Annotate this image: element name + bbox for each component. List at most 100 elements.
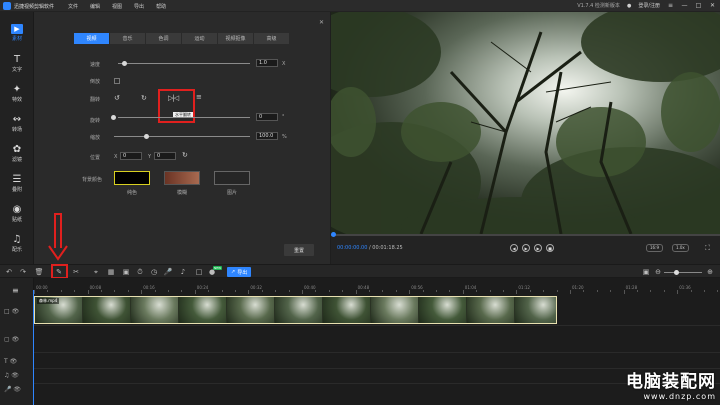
pos-y-input[interactable]: 0: [154, 152, 176, 160]
audio-track-header[interactable]: ♫ 👁: [4, 372, 19, 379]
track-menu-icon[interactable]: ≡: [12, 286, 19, 295]
sticker-icon: ◉: [12, 203, 22, 215]
sidebar-item-media[interactable]: ▶ 素材: [0, 18, 34, 48]
sidebar-item-text[interactable]: T 文字: [0, 48, 34, 78]
playhead[interactable]: [33, 290, 34, 405]
fit-timeline-icon[interactable]: ▣: [642, 268, 650, 276]
bg-solid-option[interactable]: [114, 171, 150, 185]
tab-keying[interactable]: 视频抠像: [218, 33, 254, 44]
tab-tone[interactable]: 色调: [146, 33, 182, 44]
redo-icon[interactable]: ↷: [19, 268, 27, 276]
reverse-checkbox[interactable]: [114, 78, 120, 84]
tab-video[interactable]: 视频: [74, 33, 110, 44]
video-clip[interactable]: 森林.mp4: [34, 296, 557, 324]
login-link[interactable]: 登录/注册: [638, 2, 660, 9]
duration-icon[interactable]: ◷: [150, 268, 158, 276]
split-icon[interactable]: ✂: [72, 268, 80, 276]
edit-toolbar: ↶ ↷ 🗑 ✎ ✂ ⌖ ▦ ▣ ⏱ ◷ 🎤 ♪ □ ● NEW ↗ 导出 ▣ ⊖…: [0, 264, 720, 278]
menu-file[interactable]: 文件: [68, 3, 78, 10]
pip-track-header[interactable]: ▢ 👁: [4, 336, 19, 343]
speed-input[interactable]: 1.0: [256, 59, 278, 67]
zoom-out-icon[interactable]: ⊖: [654, 268, 662, 276]
tab-audio[interactable]: 音乐: [110, 33, 146, 44]
close-icon[interactable]: ✕: [709, 2, 716, 9]
reset-button[interactable]: 重置: [284, 244, 314, 256]
voice-track-header[interactable]: 🎤 👁: [4, 386, 21, 393]
sidebar-item-overlay[interactable]: ☰ 叠附: [0, 168, 34, 198]
scale-slider-knob[interactable]: [144, 134, 149, 139]
video-preview[interactable]: [331, 12, 720, 234]
next-frame-icon[interactable]: ▶: [534, 244, 542, 252]
ruler-tick: [60, 290, 62, 292]
minimize-icon[interactable]: —: [681, 2, 688, 9]
bg-image-option[interactable]: [214, 171, 250, 185]
rotate-slider-knob[interactable]: [111, 115, 116, 120]
music-icon: ♫: [12, 233, 22, 245]
maximize-icon[interactable]: □: [695, 2, 702, 9]
video-track-header[interactable]: □ 👁: [4, 308, 19, 315]
clip-frame: [419, 297, 467, 323]
export-label: 导出: [237, 269, 248, 276]
sidebar-item-effects[interactable]: ✦ 特效: [0, 78, 34, 108]
bg-blur-option[interactable]: [164, 171, 200, 185]
prev-frame-icon[interactable]: ◀: [510, 244, 518, 252]
sidebar-item-music[interactable]: ♫ 配乐: [0, 228, 34, 258]
timeline-zoom-slider[interactable]: [664, 272, 702, 273]
timeline-zoom-knob[interactable]: [674, 270, 679, 275]
text-track-header[interactable]: T 👁: [4, 358, 17, 365]
sidebar-item-filter[interactable]: ✿ 滤镜: [0, 138, 34, 168]
rotate-input[interactable]: 0: [256, 113, 278, 121]
speed-icon[interactable]: ⏱: [136, 268, 144, 276]
tab-advanced[interactable]: 高级: [254, 33, 290, 44]
delete-icon[interactable]: 🗑: [35, 268, 44, 276]
freeze-icon[interactable]: ▣: [122, 268, 130, 276]
menu-edit[interactable]: 编辑: [90, 3, 100, 10]
speed-slider-knob[interactable]: [122, 61, 127, 66]
reset-position-icon[interactable]: ↻: [182, 151, 188, 159]
pos-x-input[interactable]: 0: [120, 152, 142, 160]
rotate-right-icon[interactable]: ↻: [141, 94, 147, 102]
ruler-tick: [235, 290, 236, 292]
play-icon[interactable]: ▶: [522, 244, 530, 252]
player-controls: 00:00:00.00 / 00:01:18.25 ◀ ▶ ▶ ■ 16:9 1…: [331, 234, 720, 264]
menu-help[interactable]: 帮助: [156, 3, 166, 10]
crop-icon[interactable]: ⌖: [92, 268, 100, 276]
property-tabs: 视频 音乐 色调 运动 视频抠像 高级: [74, 33, 290, 44]
zoom-select[interactable]: 1.0x: [672, 244, 689, 252]
voice-icon[interactable]: ♪: [179, 268, 187, 276]
user-icon[interactable]: ●: [627, 3, 631, 9]
rotate-left-icon[interactable]: ↺: [114, 94, 120, 102]
tab-motion[interactable]: 运动: [182, 33, 218, 44]
ruler-tick: [74, 290, 76, 292]
progress-handle[interactable]: [331, 232, 336, 237]
playback-progress[interactable]: [331, 232, 720, 237]
sidebar-item-label: 素材: [11, 36, 22, 42]
speed-slider-track[interactable]: [118, 63, 250, 64]
menu-icon[interactable]: ≡: [667, 2, 674, 9]
sidebar-item-transition[interactable]: ↭ 转场: [0, 108, 34, 138]
ruler-tick: [221, 290, 223, 292]
subtitle-icon[interactable]: □: [195, 268, 203, 276]
rotate-slider-track[interactable]: [118, 117, 250, 118]
flip-vertical-icon[interactable]: ≡: [196, 93, 202, 101]
fullscreen-icon[interactable]: ⛶: [705, 244, 710, 253]
ruler-tick: [476, 290, 478, 292]
sidebar-item-sticker[interactable]: ◉ 贴纸: [0, 198, 34, 228]
stop-icon[interactable]: ■: [546, 244, 554, 252]
scale-input[interactable]: 100.0: [256, 132, 278, 140]
export-button[interactable]: ↗ 导出: [227, 267, 252, 277]
reverse-label: 倒放: [90, 79, 101, 85]
version-link[interactable]: V1.7.4 检测新版本: [577, 2, 620, 9]
scale-slider-track[interactable]: [114, 136, 250, 137]
aspect-select[interactable]: 16:9: [646, 244, 663, 252]
zoom-in-icon[interactable]: ⊕: [706, 268, 714, 276]
overlay-icon: ☰: [12, 173, 22, 185]
ruler-tick: [462, 290, 464, 294]
panel-close-icon[interactable]: ✕: [319, 19, 324, 26]
app-logo-icon: [3, 2, 11, 10]
record-icon[interactable]: 🎤: [164, 268, 173, 276]
menu-export[interactable]: 导出: [134, 3, 144, 10]
mosaic-icon[interactable]: ▦: [107, 268, 115, 276]
undo-icon[interactable]: ↶: [5, 268, 13, 276]
menu-view[interactable]: 视图: [112, 3, 122, 10]
